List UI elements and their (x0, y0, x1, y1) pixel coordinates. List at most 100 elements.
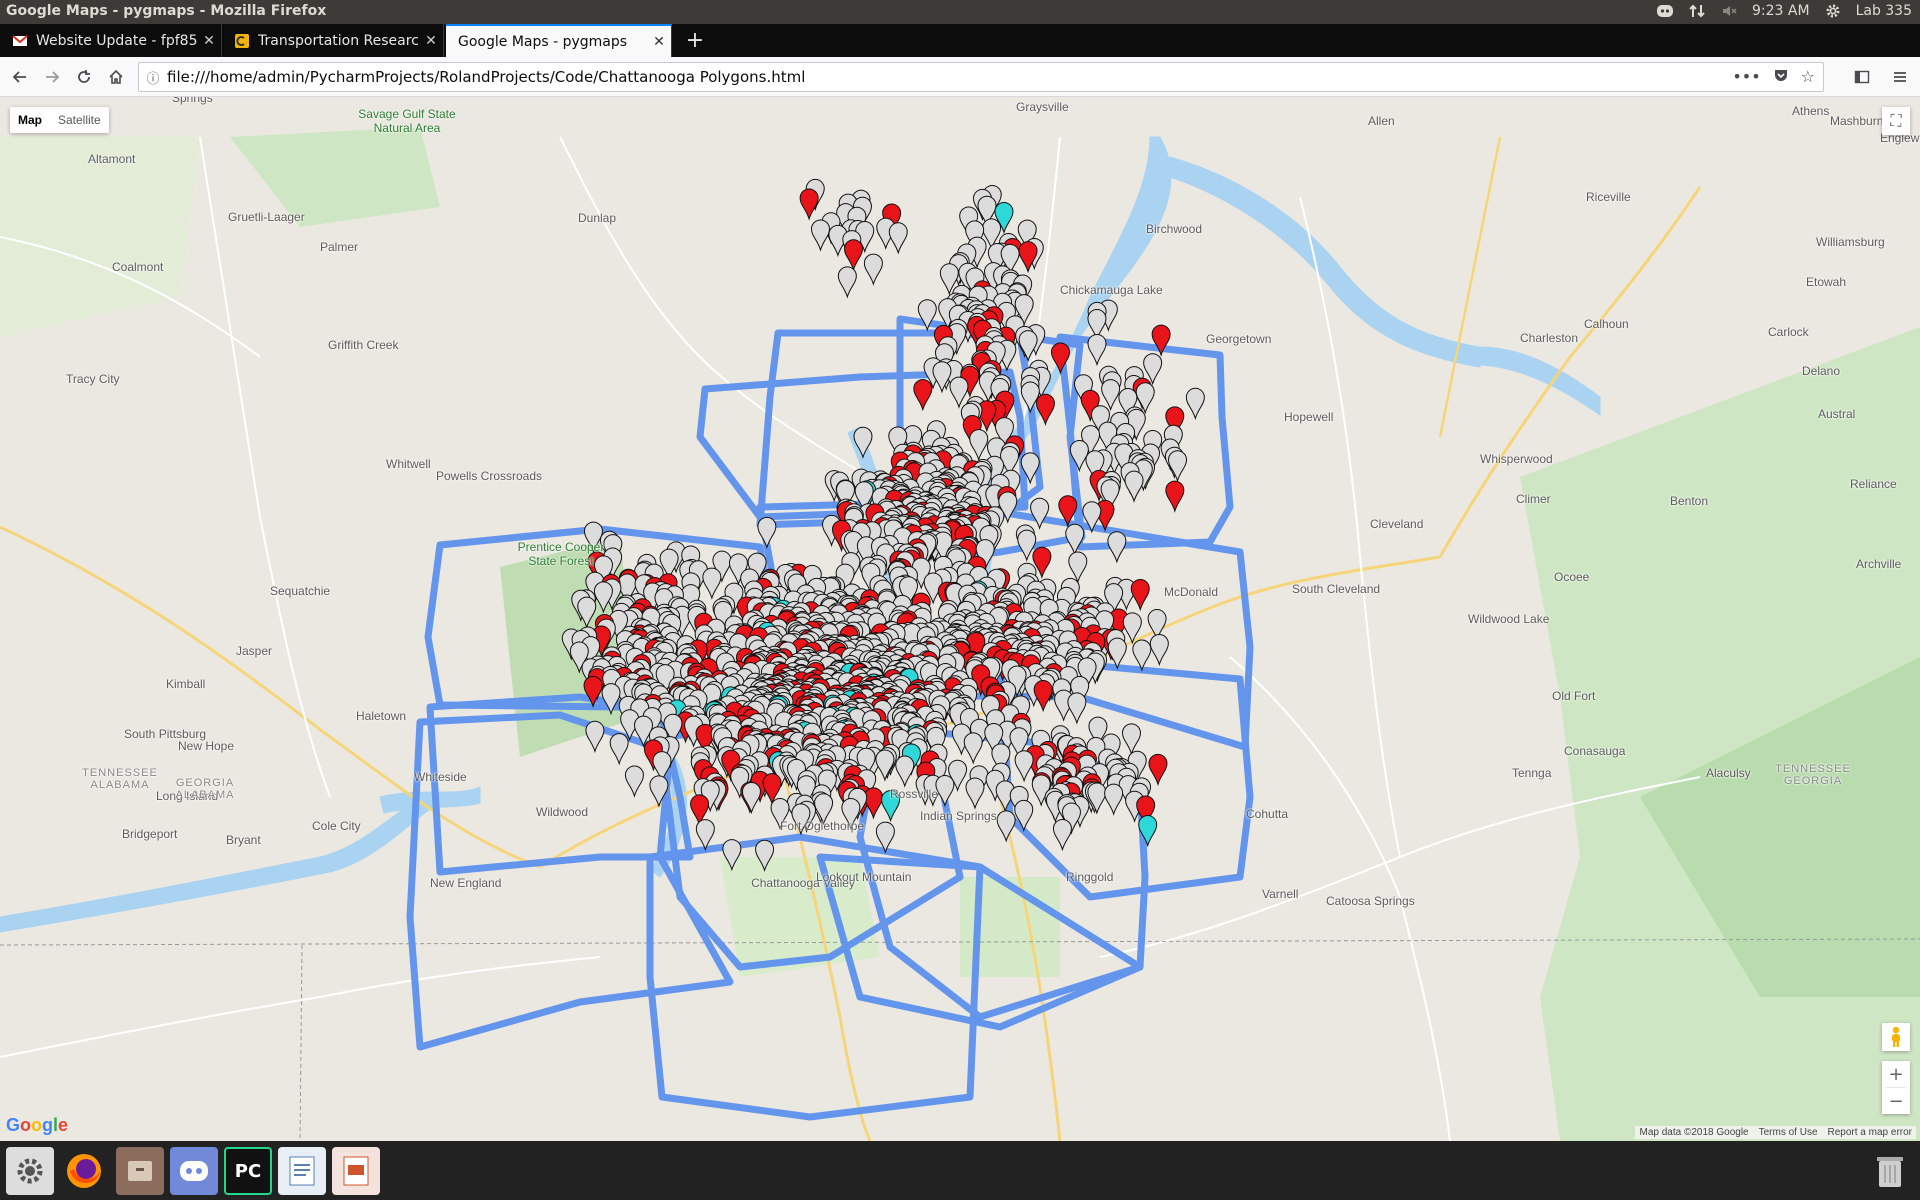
pocket-icon[interactable] (1773, 67, 1789, 87)
reload-icon[interactable] (70, 63, 98, 91)
system-settings-icon[interactable] (6, 1147, 54, 1195)
back-arrow-icon[interactable] (6, 63, 34, 91)
map-marker[interactable] (1148, 753, 1168, 787)
hamburger-menu-icon[interactable] (1886, 63, 1914, 91)
map-marker[interactable] (1052, 818, 1072, 852)
map-marker[interactable] (837, 266, 857, 299)
discord-tray-icon[interactable] (1656, 2, 1674, 20)
files-icon[interactable] (116, 1147, 164, 1195)
map-marker[interactable] (875, 749, 895, 782)
map-marker[interactable] (1068, 551, 1088, 584)
new-tab-button[interactable]: + (678, 24, 712, 57)
map-marker[interactable] (702, 567, 722, 600)
zoom-out-button[interactable]: − (1882, 1088, 1910, 1114)
close-icon[interactable]: ✕ (419, 33, 443, 49)
map-marker[interactable] (1087, 333, 1107, 367)
map-marker[interactable] (741, 782, 761, 815)
map-marker[interactable] (1165, 480, 1185, 513)
map-marker[interactable] (1149, 633, 1169, 667)
map-place-label: Charleston (1520, 331, 1579, 345)
bookmark-star-icon[interactable]: ☆ (1801, 67, 1815, 87)
url-bar[interactable]: ⓘ file:///home/admin/PycharmProjects/Rol… (138, 62, 1824, 92)
report-error-link[interactable]: Report a map error (1828, 1127, 1912, 1138)
discord-icon[interactable] (170, 1147, 218, 1195)
map-marker[interactable] (757, 516, 777, 550)
map-place-label: Cohutta (1246, 807, 1289, 821)
map-type-map-button[interactable]: Map (10, 107, 50, 133)
impress-icon[interactable] (332, 1147, 380, 1195)
map-marker[interactable] (949, 376, 969, 409)
info-icon[interactable]: ⓘ (139, 68, 167, 87)
map-place-label: Powells Crossroads (435, 469, 543, 483)
map-marker[interactable] (996, 810, 1016, 843)
map-place-label: Bridgeport (122, 827, 178, 841)
map-type-control: Map Satellite (10, 107, 109, 133)
map-marker[interactable] (935, 774, 955, 808)
map-marker[interactable] (1104, 783, 1124, 816)
tab-website-update[interactable]: Website Update - fpf852 ✕ (0, 24, 222, 57)
map-marker[interactable] (1121, 723, 1141, 756)
text-editor-icon[interactable] (278, 1147, 326, 1195)
fullscreen-icon[interactable]: ⛶ (1882, 107, 1910, 135)
map-marker[interactable] (888, 222, 908, 255)
map-marker[interactable] (1014, 750, 1034, 783)
map-marker[interactable] (1132, 639, 1152, 672)
map-marker[interactable] (1101, 379, 1121, 412)
user-name[interactable]: Lab 335 (1856, 3, 1912, 19)
page-actions-icon[interactable]: ••• (1732, 67, 1760, 87)
map-type-satellite-button[interactable]: Satellite (50, 107, 109, 133)
map-marker[interactable] (863, 253, 883, 286)
map-canvas[interactable] (0, 97, 1920, 1141)
map-marker[interactable] (585, 720, 605, 754)
map-marker[interactable] (965, 777, 985, 810)
map-marker[interactable] (609, 733, 629, 766)
map-marker[interactable] (1107, 531, 1127, 564)
home-icon[interactable] (102, 63, 130, 91)
map-place-label: Haletown (356, 709, 407, 723)
network-icon[interactable] (1688, 2, 1706, 20)
map-place-label: Riceville (1586, 190, 1631, 204)
map-marker[interactable] (624, 765, 644, 798)
map-place-label: Cleveland (1370, 517, 1424, 531)
firefox-icon[interactable] (60, 1147, 108, 1195)
pycharm-icon[interactable]: PC (224, 1147, 272, 1195)
settings-gear-icon[interactable] (1824, 2, 1842, 20)
map-marker[interactable] (963, 732, 983, 765)
map-marker[interactable] (843, 239, 863, 272)
map-marker[interactable] (1067, 692, 1087, 725)
pegman-icon[interactable] (1882, 1023, 1910, 1051)
map-marker[interactable] (1185, 387, 1205, 421)
map-marker[interactable] (895, 755, 915, 788)
map-marker[interactable] (1124, 470, 1144, 503)
map-marker[interactable] (1033, 680, 1053, 713)
map-marker[interactable] (913, 379, 933, 412)
close-icon[interactable]: ✕ (197, 33, 221, 49)
map-marker[interactable] (810, 219, 830, 252)
tab-transportation-research[interactable]: Transportation Research ✕ (222, 24, 444, 57)
map-marker[interactable] (1168, 450, 1188, 483)
map-place-label: Bryant (226, 833, 261, 847)
sidebar-icon[interactable] (1848, 63, 1876, 91)
map-marker[interactable] (1035, 393, 1055, 427)
map-marker[interactable] (1130, 579, 1150, 612)
map-place-label: GEORGIA ALABAMA (175, 777, 235, 801)
terms-link[interactable]: Terms of Use (1759, 1127, 1818, 1138)
clock[interactable]: 9:23 AM (1752, 3, 1810, 19)
map-marker[interactable] (799, 188, 819, 221)
map-viewport[interactable]: Springs Altamont Savage Gulf State Natural… (0, 97, 1920, 1141)
trash-icon[interactable] (1866, 1147, 1914, 1195)
map-marker[interactable] (1030, 497, 1050, 530)
map-marker[interactable] (695, 819, 715, 852)
volume-muted-icon[interactable] (1720, 2, 1738, 20)
close-icon[interactable]: ✕ (647, 34, 671, 50)
map-marker[interactable] (969, 429, 989, 462)
url-text[interactable]: file:///home/admin/PycharmProjects/Rolan… (167, 68, 1732, 86)
tab-google-maps[interactable]: Google Maps - pygmaps ✕ (446, 24, 672, 57)
zoom-in-button[interactable]: + (1882, 1061, 1910, 1087)
map-place-label: Tennga (1512, 766, 1552, 780)
tab-title: Google Maps - pygmaps (458, 33, 628, 50)
map-place-label: Gruetli-Laager (228, 210, 305, 224)
forward-arrow-icon[interactable] (38, 63, 66, 91)
map-place-label: Alaculsy (1706, 766, 1751, 780)
map-marker[interactable] (932, 361, 952, 394)
